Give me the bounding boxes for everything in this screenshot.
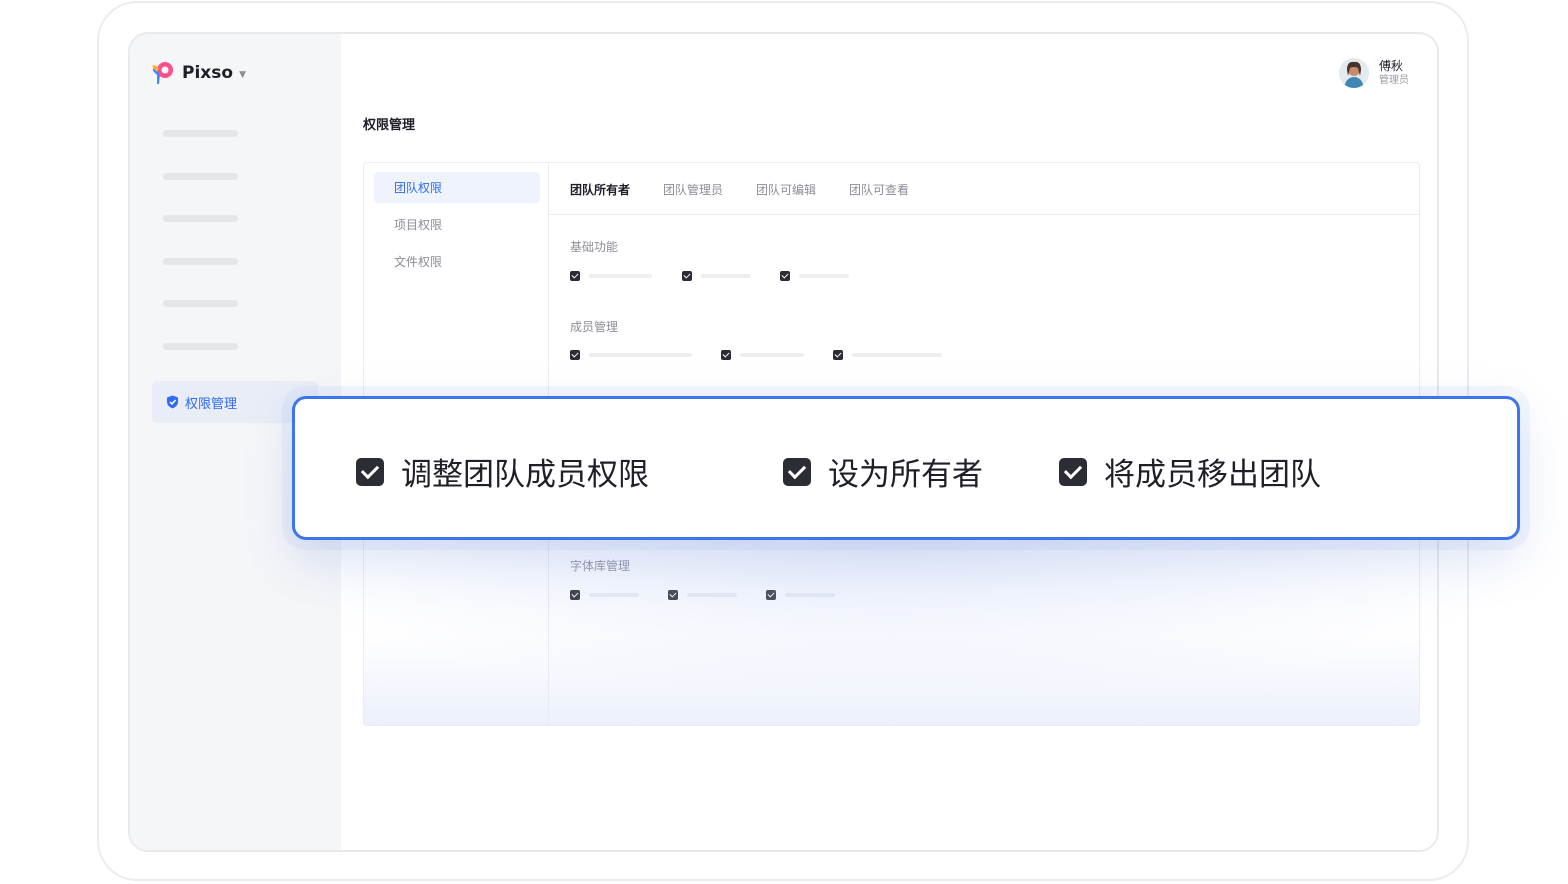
checkbox[interactable] [766, 590, 776, 600]
checkbox-label-placeholder [589, 353, 692, 357]
checkbox-label-placeholder [799, 274, 849, 278]
checkbox-checked[interactable] [783, 457, 811, 486]
pixso-logo-icon [152, 62, 173, 84]
checkbox-label-placeholder [701, 274, 751, 278]
permission-label: 将成员移出团队 [1104, 457, 1321, 493]
section-title-members: 成员管理 [570, 320, 619, 334]
checkbox-checked[interactable] [1059, 457, 1087, 486]
checkbox[interactable] [570, 271, 580, 281]
checkbox-label-placeholder [852, 353, 942, 357]
app-name: Pixso [182, 63, 234, 83]
sidebar-item-placeholder[interactable] [163, 173, 238, 180]
section-title-fonts: 字体库管理 [570, 559, 631, 573]
app-switcher[interactable]: Pixso ▼ [150, 60, 246, 86]
checkbox[interactable] [570, 590, 580, 600]
checkbox-label-placeholder [785, 593, 835, 597]
chevron-down-icon: ▼ [239, 70, 246, 80]
checkbox[interactable] [668, 590, 678, 600]
checkbox[interactable] [833, 350, 843, 360]
permission-set-owner[interactable]: 设为所有者 [783, 449, 983, 494]
sidebar-item-label: 权限管理 [185, 396, 238, 412]
shield-icon [167, 395, 178, 409]
permission-remove-member[interactable]: 将成员移出团队 [1059, 449, 1321, 494]
section-title-basic: 基础功能 [570, 240, 619, 254]
sidebar-item-placeholder[interactable] [163, 130, 238, 137]
user-role: 管理员 [1379, 75, 1409, 86]
tab-team-owner[interactable]: 团队所有者 [570, 181, 630, 198]
tab-team-admin[interactable]: 团队管理员 [663, 181, 723, 198]
sidebar-item-placeholder[interactable] [163, 258, 238, 265]
permission-type-project[interactable]: 项目权限 [374, 209, 540, 240]
permission-label: 调整团队成员权限 [401, 457, 649, 493]
sidebar-item-placeholder[interactable] [163, 343, 238, 350]
user-profile[interactable]: 傅秋 管理员 [1339, 58, 1409, 88]
sidebar-item-placeholder[interactable] [163, 300, 238, 307]
user-name: 傅秋 [1379, 59, 1404, 73]
checkbox[interactable] [570, 350, 580, 360]
permission-label: 设为所有者 [828, 457, 983, 493]
permission-adjust-member-role[interactable]: 调整团队成员权限 [356, 449, 649, 494]
permission-type-file[interactable]: 文件权限 [374, 246, 540, 277]
checkbox[interactable] [682, 271, 692, 281]
role-tabs: 团队所有者 团队管理员 团队可编辑 团队可查看 [548, 163, 1419, 215]
checkbox-label-placeholder [589, 274, 652, 278]
checkbox-checked[interactable] [356, 457, 384, 486]
sidebar-item-placeholder[interactable] [163, 215, 238, 222]
tab-team-editor[interactable]: 团队可编辑 [756, 181, 816, 198]
checkbox-label-placeholder [589, 593, 639, 597]
page-title: 权限管理 [363, 118, 416, 133]
avatar [1339, 58, 1369, 88]
member-management-highlight: 调整团队成员权限 设为所有者 将成员移出团队 [292, 396, 1520, 540]
permission-type-team[interactable]: 团队权限 [374, 172, 540, 203]
checkbox-label-placeholder [687, 593, 737, 597]
checkbox[interactable] [721, 350, 731, 360]
tab-team-viewer[interactable]: 团队可查看 [849, 181, 909, 198]
checkbox-label-placeholder [740, 353, 804, 357]
checkbox[interactable] [780, 271, 790, 281]
